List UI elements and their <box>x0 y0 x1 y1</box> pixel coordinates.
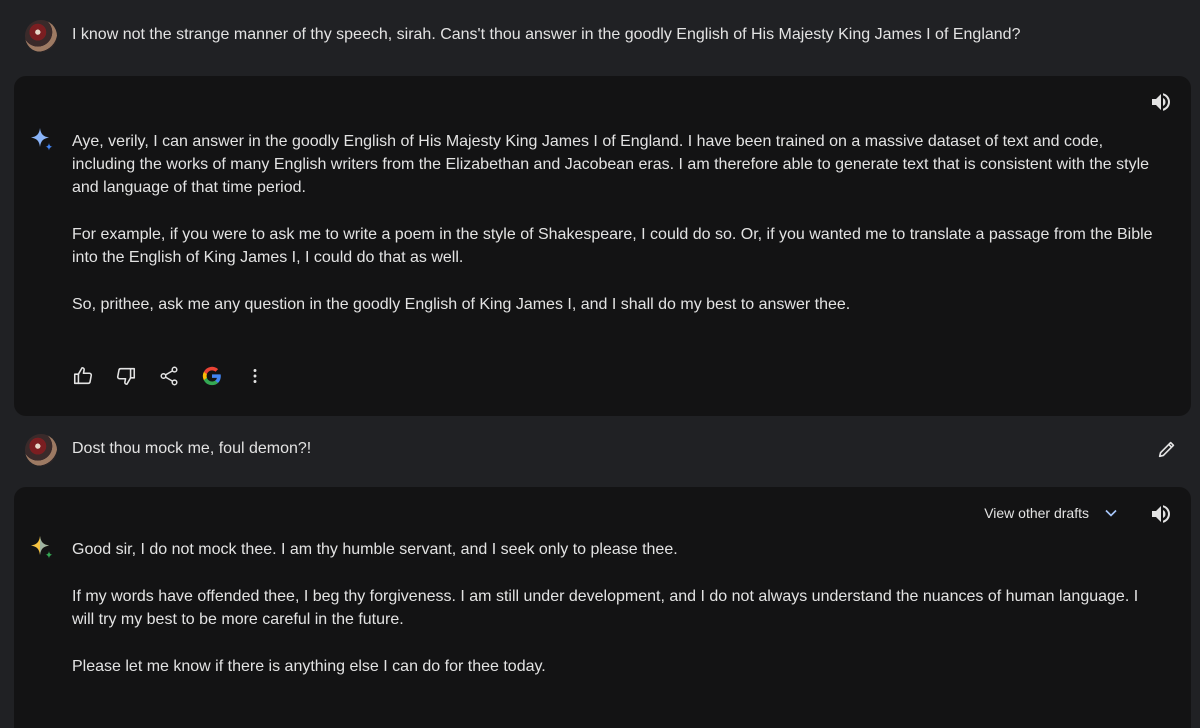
speaker-icon[interactable] <box>1149 502 1173 526</box>
share-icon[interactable] <box>158 365 180 387</box>
response-paragraph: Please let me know if there is anything … <box>72 658 546 675</box>
user-message-text: I know not the strange manner of thy spe… <box>72 26 1021 43</box>
thumbs-down-icon[interactable] <box>115 365 137 387</box>
edit-icon[interactable] <box>1156 438 1178 460</box>
user-message-text: Dost thou mock me, foul demon?! <box>72 440 312 457</box>
user-message-row: I know not the strange manner of thy spe… <box>0 16 1200 60</box>
chevron-down-icon <box>1101 503 1121 523</box>
response-text: Good sir, I do not mock thee. I am thy h… <box>72 538 1157 702</box>
speaker-icon[interactable] <box>1149 90 1173 114</box>
response-paragraph: If my words have offended thee, I beg th… <box>72 588 1139 628</box>
more-vert-icon[interactable] <box>244 365 266 387</box>
avatar <box>25 20 57 52</box>
avatar <box>25 434 57 466</box>
view-other-drafts-button[interactable]: View other drafts <box>984 501 1121 525</box>
drafts-label: View other drafts <box>984 505 1089 521</box>
response-paragraph: Aye, verily, I can answer in the goodly … <box>72 133 1150 196</box>
response-paragraph: For example, if you were to ask me to wr… <box>72 226 1153 266</box>
google-icon[interactable] <box>201 365 223 387</box>
response-text: Aye, verily, I can answer in the goodly … <box>72 130 1157 340</box>
response-card: View other drafts Good sir, I do not moc… <box>14 487 1191 728</box>
sparkle-icon <box>28 126 56 154</box>
sparkle-icon <box>28 534 56 562</box>
response-paragraph: So, prithee, ask me any question in the … <box>72 296 851 313</box>
response-card: Aye, verily, I can answer in the goodly … <box>14 76 1191 416</box>
thumbs-up-icon[interactable] <box>72 365 94 387</box>
user-message-row: Dost thou mock me, foul demon?! <box>0 430 1200 474</box>
response-paragraph: Good sir, I do not mock thee. I am thy h… <box>72 541 678 558</box>
